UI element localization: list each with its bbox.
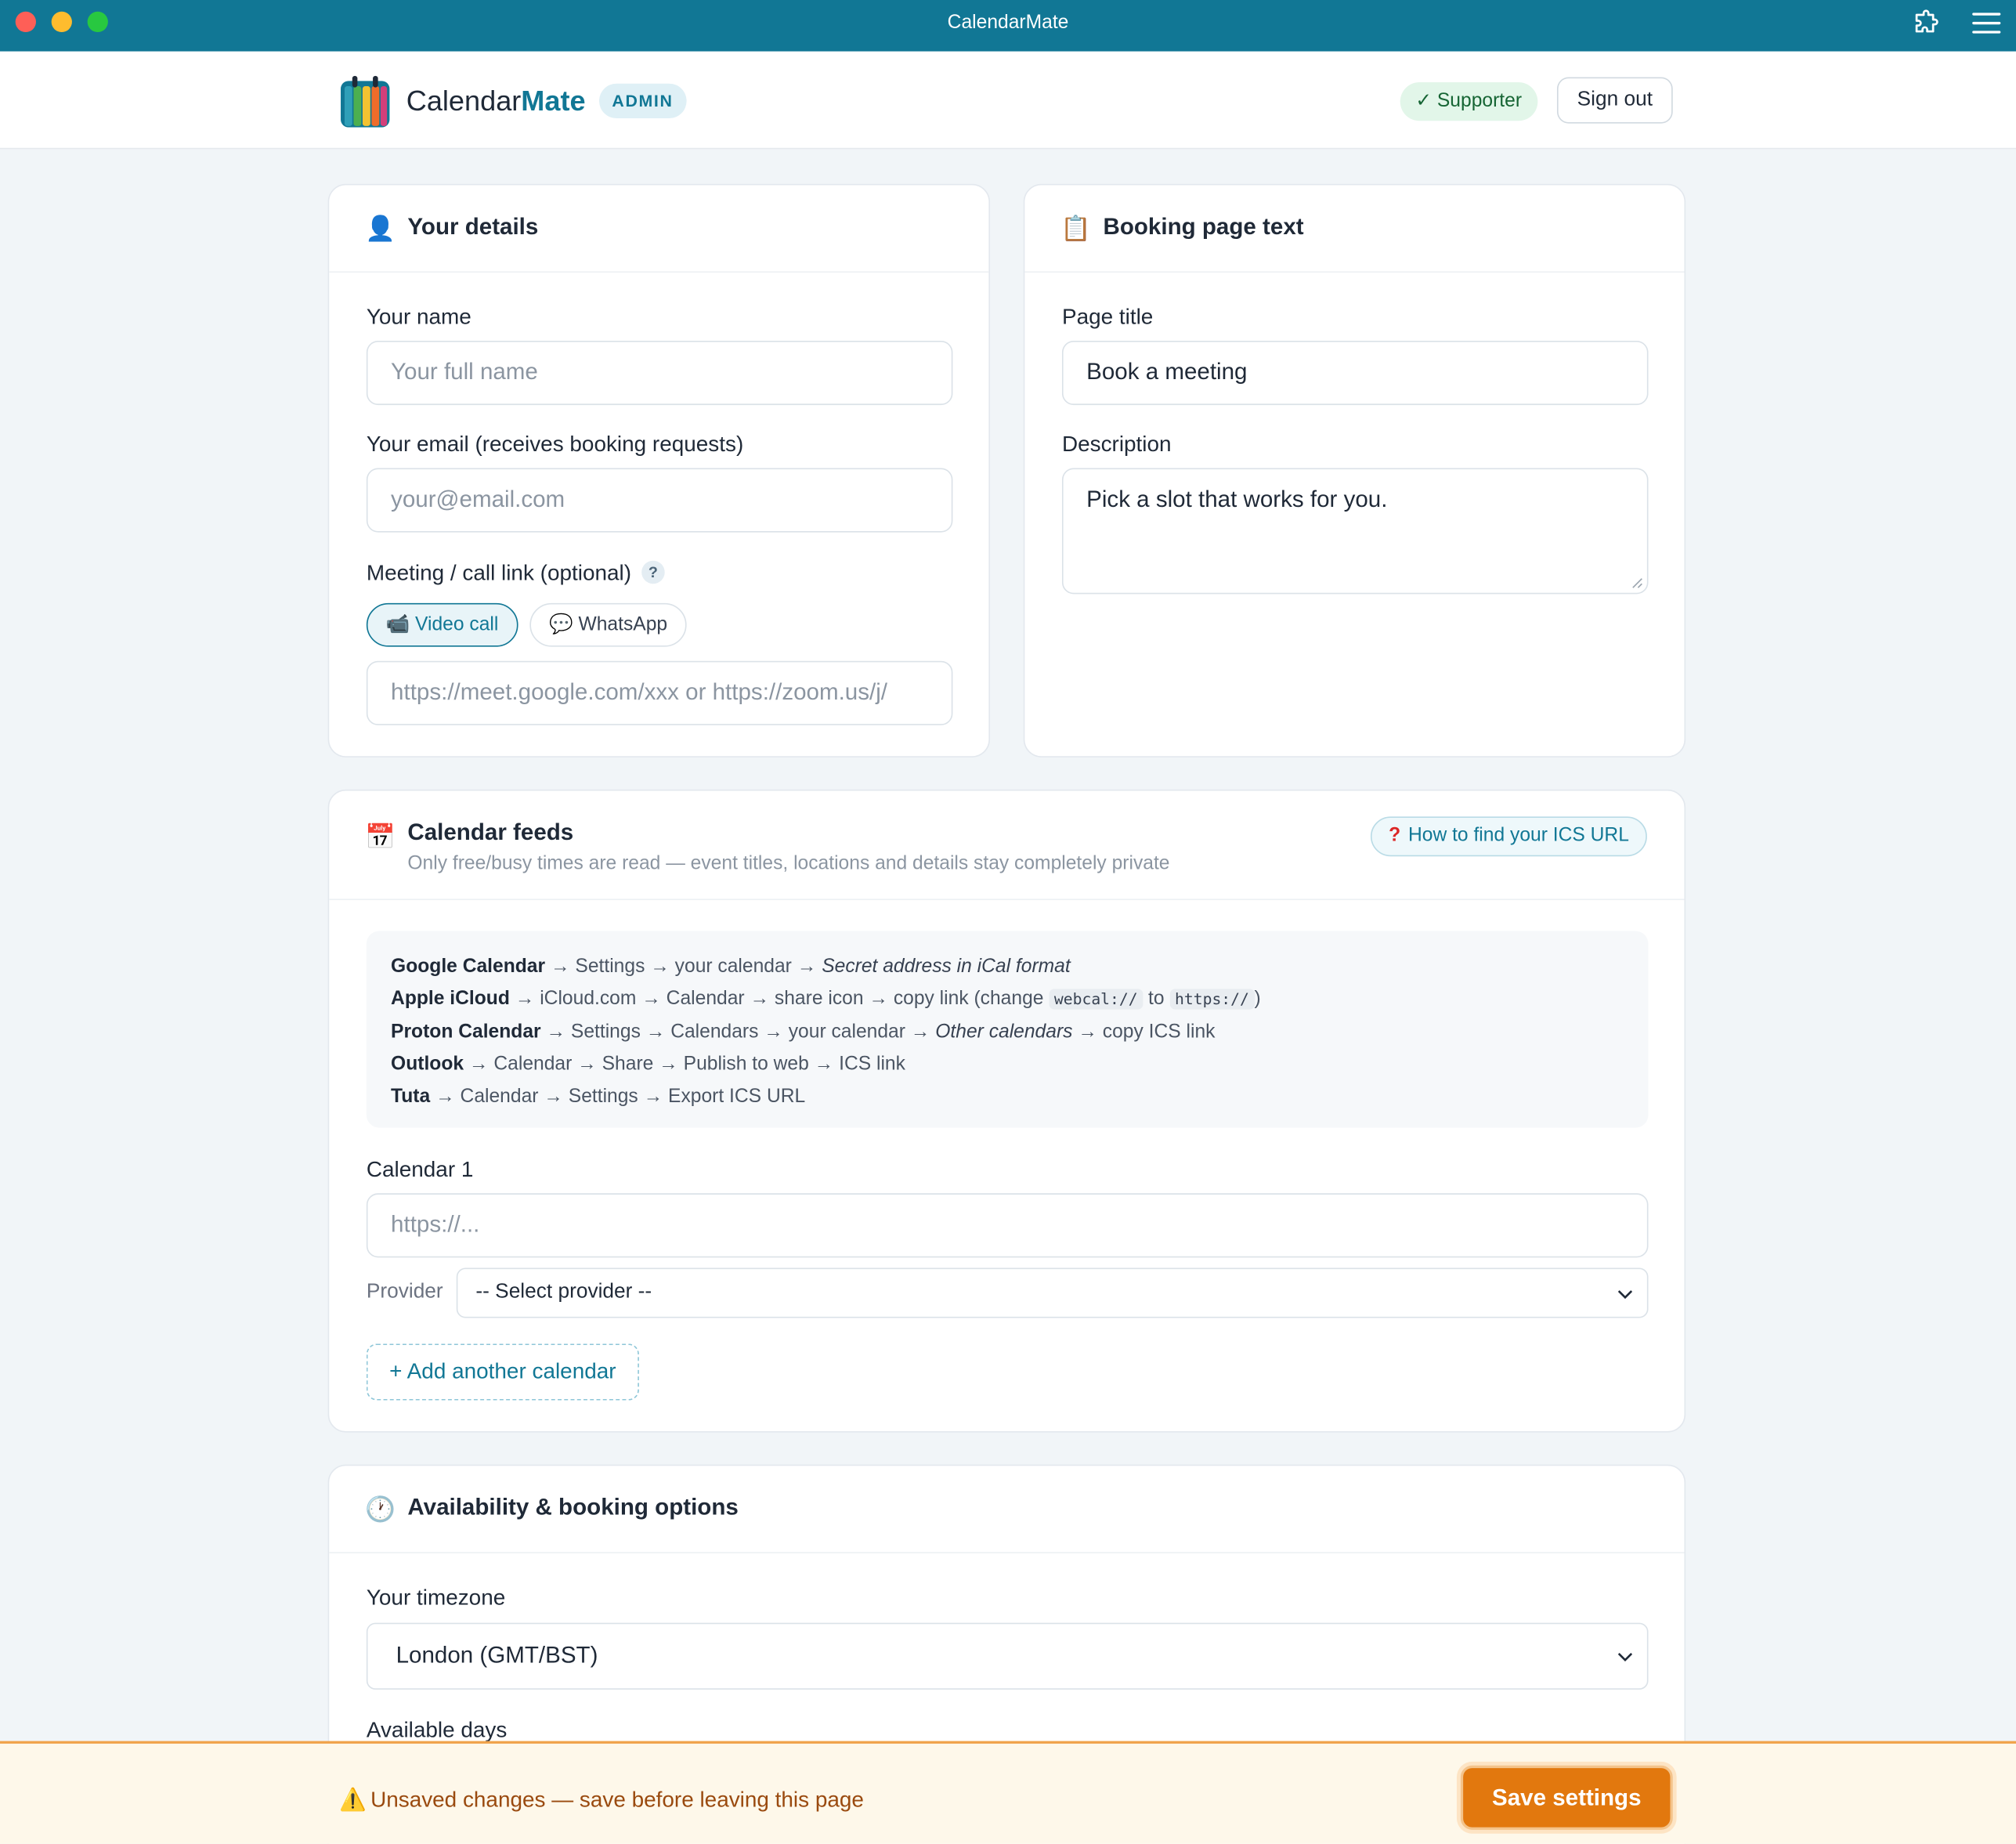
provider-select-value: -- Select provider -- <box>475 1280 652 1303</box>
provider-label: Provider <box>366 1280 443 1303</box>
calendar-icon: 📅 <box>365 824 396 851</box>
clipboard-icon: 📋 <box>1060 215 1092 244</box>
supporter-badge: ✓ Supporter <box>1400 82 1537 121</box>
provider-name: Google Calendar <box>391 955 546 978</box>
instruction-tuta: Tuta → Calendar → Settings → Export ICS … <box>391 1080 1624 1112</box>
window-titlebar: CalendarMate <box>0 0 2016 52</box>
admin-badge: ADMIN <box>598 83 686 119</box>
name-label: Your name <box>366 305 471 330</box>
app-brand: CalendarMate <box>406 85 586 118</box>
timezone-select-value: London (GMT/BST) <box>396 1642 598 1669</box>
calendar-1-label: Calendar 1 <box>366 1157 474 1182</box>
card-header: 🕐 Availability & booking options <box>329 1466 1685 1553</box>
steps: → Calendar → Share → Publish to web → IC… <box>468 1053 905 1076</box>
card-header: 📅 Calendar feeds Only free/busy times ar… <box>329 791 1685 901</box>
instruction-outlook: Outlook → Calendar → Share → Publish to … <box>391 1048 1624 1080</box>
booking-page-text-card: 📋 Booking page text Page title Book a me… <box>1023 183 1686 757</box>
steps: → iCloud.com → Calendar → share icon → c… <box>515 987 1044 1010</box>
card-header: 👤 Your details <box>329 185 989 273</box>
question-icon: ? <box>1389 824 1401 847</box>
description-label: Description <box>1061 432 1172 457</box>
tab-label: Video call <box>415 613 499 635</box>
brand-suffix: Mate <box>521 85 586 118</box>
code-webcal: webcal:// <box>1049 989 1143 1010</box>
save-settings-button[interactable]: Save settings <box>1460 1765 1673 1830</box>
hamburger-menu-icon[interactable] <box>1971 8 2002 38</box>
brand-prefix: Calendar <box>406 85 522 118</box>
speech-bubble-icon: 💬 <box>548 613 573 635</box>
unsaved-changes-bar: ⚠️ Unsaved changes — save before leaving … <box>0 1741 2016 1844</box>
card-title: Booking page text <box>1103 213 1304 240</box>
unsaved-text: Unsaved changes — save before leaving th… <box>370 1787 864 1812</box>
steps: ) <box>1254 987 1261 1010</box>
code-https: https:// <box>1169 989 1255 1010</box>
extension-icon[interactable] <box>1910 8 1941 38</box>
app-window: CalendarMate CalendarMate ADMIN ✓ Suppor… <box>0 0 2016 1844</box>
steps: → copy ICS link <box>1078 1021 1216 1043</box>
ics-instructions: Google Calendar → Settings → your calend… <box>366 931 1649 1128</box>
card-title: Calendar feeds <box>407 819 574 845</box>
privacy-note: Only free/busy times are read — event ti… <box>407 852 1170 875</box>
instruction-google: Google Calendar → Settings → your calend… <box>391 950 1624 982</box>
page-title-input[interactable]: Book a meeting <box>1061 340 1649 406</box>
chevron-down-icon <box>1617 1653 1633 1662</box>
tab-label: WhatsApp <box>578 613 668 635</box>
card-title: Your details <box>407 213 539 240</box>
sign-out-button[interactable]: Sign out <box>1556 77 1673 124</box>
provider-select[interactable]: -- Select provider -- <box>456 1267 1649 1318</box>
card-title: Availability & booking options <box>407 1494 739 1520</box>
tab-whatsapp[interactable]: 💬 WhatsApp <box>529 602 687 647</box>
card-header: 📋 Booking page text <box>1024 185 1685 273</box>
steps: → Settings → your calendar → <box>550 955 817 978</box>
meeting-link-label-text: Meeting / call link (optional) <box>366 560 631 585</box>
email-label: Your email (receives booking requests) <box>366 432 744 457</box>
how-to-find-ics-button[interactable]: ? How to find your ICS URL <box>1371 816 1647 857</box>
steps: to <box>1148 987 1165 1010</box>
email-input[interactable]: your@email.com <box>366 468 953 533</box>
meeting-link-input[interactable]: https://meet.google.com/xxx or https://z… <box>366 660 953 725</box>
instruction-proton: Proton Calendar → Settings → Calendars →… <box>391 1016 1624 1048</box>
unsaved-changes-message: ⚠️ Unsaved changes — save before leaving … <box>339 1788 864 1813</box>
provider-name: Tuta <box>391 1085 431 1108</box>
steps: → Settings → Calendars → your calendar → <box>546 1021 930 1043</box>
clock-icon: 🕐 <box>365 1496 396 1524</box>
instruction-apple: Apple iCloud → iCloud.com → Calendar → s… <box>391 982 1624 1016</box>
provider-name: Outlook <box>391 1053 464 1076</box>
page-title-label: Page title <box>1061 305 1154 330</box>
warning-icon: ⚠️ <box>339 1787 367 1812</box>
steps: → Calendar → Settings → Export ICS URL <box>435 1085 806 1108</box>
steps-emphasis: Secret address in iCal format <box>822 955 1071 978</box>
window-title: CalendarMate <box>947 11 1069 34</box>
help-icon[interactable]: ? <box>641 560 665 584</box>
chevron-down-icon <box>1617 1289 1633 1299</box>
provider-name: Apple iCloud <box>391 987 510 1010</box>
available-days-label: Available days <box>366 1718 508 1743</box>
calendar-1-url-input[interactable]: https://... <box>366 1193 1649 1258</box>
calendar-feeds-card: 📅 Calendar feeds Only free/busy times ar… <box>327 789 1686 1433</box>
meeting-link-label: Meeting / call link (optional)? <box>366 560 665 587</box>
person-icon: 👤 <box>365 215 396 244</box>
how-to-find-ics-label: How to find your ICS URL <box>1407 824 1629 847</box>
video-camera-icon: 📹 <box>385 613 410 635</box>
app-header: CalendarMate ADMIN ✓ Supporter Sign out <box>0 51 2016 150</box>
description-textarea[interactable]: Pick a slot that works for you. <box>1061 468 1649 595</box>
resize-handle-icon[interactable] <box>1631 577 1643 589</box>
add-another-calendar-button[interactable]: + Add another calendar <box>366 1343 639 1401</box>
description-text: Pick a slot that works for you. <box>1086 486 1388 512</box>
tab-video-call[interactable]: 📹 Video call <box>366 602 518 647</box>
name-input[interactable]: Your full name <box>366 340 953 406</box>
timezone-label: Your timezone <box>366 1585 506 1611</box>
timezone-select[interactable]: London (GMT/BST) <box>366 1622 1649 1690</box>
provider-name: Proton Calendar <box>391 1021 541 1043</box>
calendarmate-logo <box>339 74 391 128</box>
your-details-card: 👤 Your details Your name Your full name … <box>327 183 991 757</box>
steps-emphasis: Other calendars <box>935 1021 1073 1043</box>
